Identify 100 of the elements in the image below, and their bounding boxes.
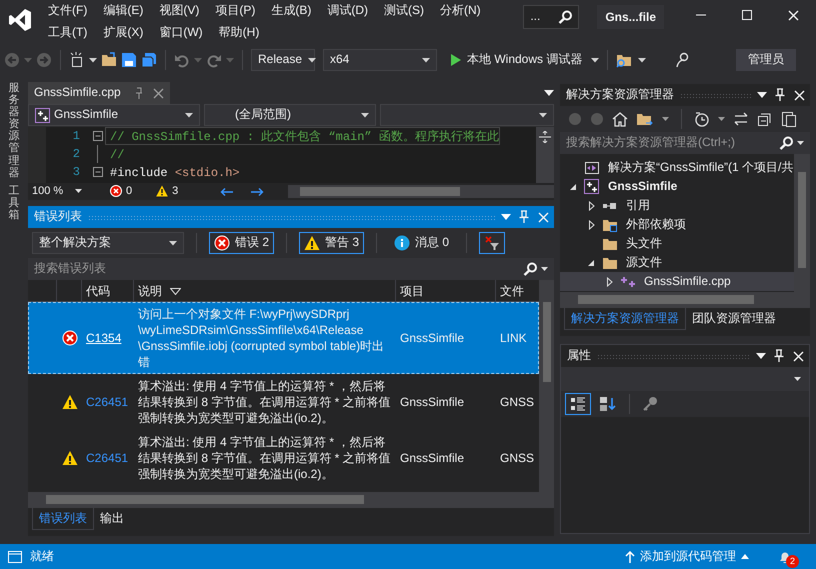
pin-icon[interactable]	[772, 349, 786, 363]
sync-icon[interactable]	[733, 111, 749, 127]
dropdown-icon[interactable]	[544, 90, 554, 96]
line-number: 1	[72, 128, 81, 145]
panel-tab[interactable]: 错误列表	[32, 508, 94, 530]
menu-item[interactable]: 窗口(W)	[151, 25, 211, 41]
error-icon	[62, 330, 78, 346]
panel-tab[interactable]: 解决方案资源管理器	[564, 308, 686, 330]
caret-icon	[718, 117, 725, 121]
file-cell-text: GNSS	[499, 394, 536, 410]
menu-item[interactable]: 分析(N)	[432, 3, 489, 19]
platform-dropdown[interactable]: x64	[323, 49, 437, 71]
play-icon	[450, 53, 462, 67]
error-row[interactable]: C26451 算术溢出: 使用 4 字节值上的运算符 * ，然后将结果转换到 8 字节值。在调用运算符 * 之前将值强制转换为宽类型可避免溢出(io.2)。 GnssSimfile GNSS	[28, 374, 540, 430]
scrollbar[interactable]	[288, 185, 554, 198]
tree-item[interactable]: 解决方案“GnssSimfile”(1 个项目/共	[560, 158, 794, 177]
collapsed-arrow-icon[interactable]	[588, 200, 594, 210]
collapse-icon[interactable]	[93, 167, 103, 177]
categorized-button[interactable]	[565, 393, 591, 415]
collapsed-arrow-icon[interactable]	[588, 220, 594, 230]
scrollbar[interactable]	[536, 127, 554, 183]
search-text: ...	[530, 9, 540, 25]
tree-item[interactable]: 源文件	[560, 253, 794, 272]
side-tab[interactable]: 服务器资源管理器	[8, 82, 20, 179]
warning-icon	[62, 394, 78, 410]
collapse-all-icon[interactable]	[757, 111, 773, 127]
menu-item[interactable]: 编辑(E)	[95, 3, 152, 19]
expanded-arrow-icon[interactable]	[569, 182, 577, 190]
search-icon	[523, 262, 537, 276]
alphabetical-icon[interactable]	[599, 396, 617, 412]
save-icon[interactable]	[121, 52, 137, 68]
menu-item[interactable]: 帮助(H)	[210, 25, 268, 41]
side-tab[interactable]: 工具箱	[8, 184, 20, 222]
expanded-arrow-icon[interactable]	[587, 258, 595, 266]
upload-arrow-icon	[625, 550, 635, 562]
tree-item[interactable]: GnssSimfile.cpp	[560, 272, 794, 291]
zoom-dropdown[interactable]: 100 %	[28, 184, 86, 199]
panel-tab[interactable]: 团队资源管理器	[686, 308, 782, 330]
filter-button[interactable]: 消息 0	[389, 232, 454, 254]
search-field[interactable]: 搜索错误列表	[28, 258, 554, 280]
history-icon[interactable]	[694, 111, 710, 127]
start-debugging-button[interactable]: 本地 Windows 调试器	[445, 49, 588, 71]
error-code-link[interactable]: C26451	[82, 394, 134, 410]
collapse-icon[interactable]	[93, 131, 103, 141]
open-folder-icon[interactable]	[101, 52, 117, 68]
scope-dropdown[interactable]: 整个解决方案	[32, 232, 184, 254]
scrollbar[interactable]	[28, 492, 540, 508]
pin-icon[interactable]	[773, 88, 787, 102]
menu-item[interactable]: 扩展(X)	[95, 25, 152, 41]
panel-tab[interactable]: 输出	[94, 508, 130, 530]
caret-icon	[422, 58, 430, 62]
property-pages-icon[interactable]	[642, 396, 658, 412]
menu-item[interactable]: 生成(B)	[263, 3, 320, 19]
search-field[interactable]: 搜索解决方案资源管理器(Ctrl+;)	[560, 132, 810, 154]
tree-item[interactable]: 引用	[560, 196, 794, 215]
show-all-files-icon[interactable]	[781, 111, 797, 127]
menu-item[interactable]: 文件(F)	[40, 3, 96, 19]
menu-item[interactable]: 调试(D)	[319, 3, 376, 19]
tree-item[interactable]: 头文件	[560, 234, 794, 253]
file-cell-text: GNSS	[499, 450, 536, 466]
switch-views-icon[interactable]	[636, 111, 654, 127]
error-row[interactable]: C1354 访问上一个对象文件 F:\wyPrj\wySDRprj \wyLimeSDRsim\GnssSimfile\x64\Release \GnssSimfile.iobj (corrupted symbol table)时出错 GnssSimfile LINK	[28, 302, 540, 374]
next-icon[interactable]	[250, 186, 264, 196]
notification-count: 2	[786, 554, 799, 568]
scrollbar[interactable]	[539, 280, 554, 508]
dropdown-icon[interactable]	[757, 92, 767, 98]
project-icon	[35, 108, 50, 122]
filter-button[interactable]: 错误 2	[209, 232, 274, 254]
filter-button[interactable]: 警告 3	[299, 232, 364, 254]
home-icon[interactable]	[612, 111, 628, 127]
tree-item[interactable]: 外部依赖项	[560, 215, 794, 234]
configuration-dropdown[interactable]: Release	[251, 49, 315, 71]
caret-icon	[541, 267, 548, 271]
menu-item[interactable]: 工具(T)	[40, 25, 96, 41]
project-icon	[584, 178, 600, 194]
scrollbar[interactable]	[794, 154, 810, 292]
split-icon[interactable]	[539, 131, 551, 143]
code-line: //	[109, 147, 126, 163]
undo-icon[interactable]	[174, 52, 190, 68]
dropdown-icon[interactable]	[756, 353, 766, 359]
tree-item[interactable]: GnssSimfile	[560, 177, 794, 196]
scrollbar[interactable]	[560, 292, 810, 308]
error-code-link[interactable]: C1354	[82, 330, 134, 346]
source-control-button[interactable]: 添加到源代码管理	[620, 546, 754, 568]
description-cell-text: 算术溢出: 使用 4 字节值上的运算符 * ，然后将结果转换到 8 字节值。在调用运算符 * 之前将值强制转换为宽类型可避免溢出(io.2)。	[137, 378, 392, 426]
error-code-link[interactable]: C26451	[82, 450, 134, 466]
new-item-icon[interactable]	[69, 52, 85, 68]
menu-item[interactable]: 项目(P)	[207, 3, 264, 19]
project-dropdown[interactable]: GnssSimfile	[28, 104, 200, 126]
menu-item[interactable]: 测试(S)	[376, 3, 432, 19]
search-box[interactable]: ...	[523, 5, 580, 29]
account-button[interactable]: 管理员	[736, 49, 796, 71]
collapsed-arrow-icon[interactable]	[606, 276, 612, 286]
scope-dropdown[interactable]: (全局范围)	[204, 104, 376, 126]
clear-filter-button[interactable]	[479, 232, 506, 254]
save-all-icon[interactable]	[141, 52, 157, 68]
menu-item[interactable]: 视图(V)	[151, 3, 208, 19]
error-row[interactable]: C26451 算术溢出: 使用 4 字节值上的运算符 * ，然后将结果转换到 8 字节值。在调用运算符 * 之前将值强制转换为宽类型可避免溢出(io.2)。 GnssSimfile GNSS	[28, 430, 540, 486]
caret-icon	[797, 141, 804, 145]
previous-icon[interactable]	[220, 186, 234, 196]
